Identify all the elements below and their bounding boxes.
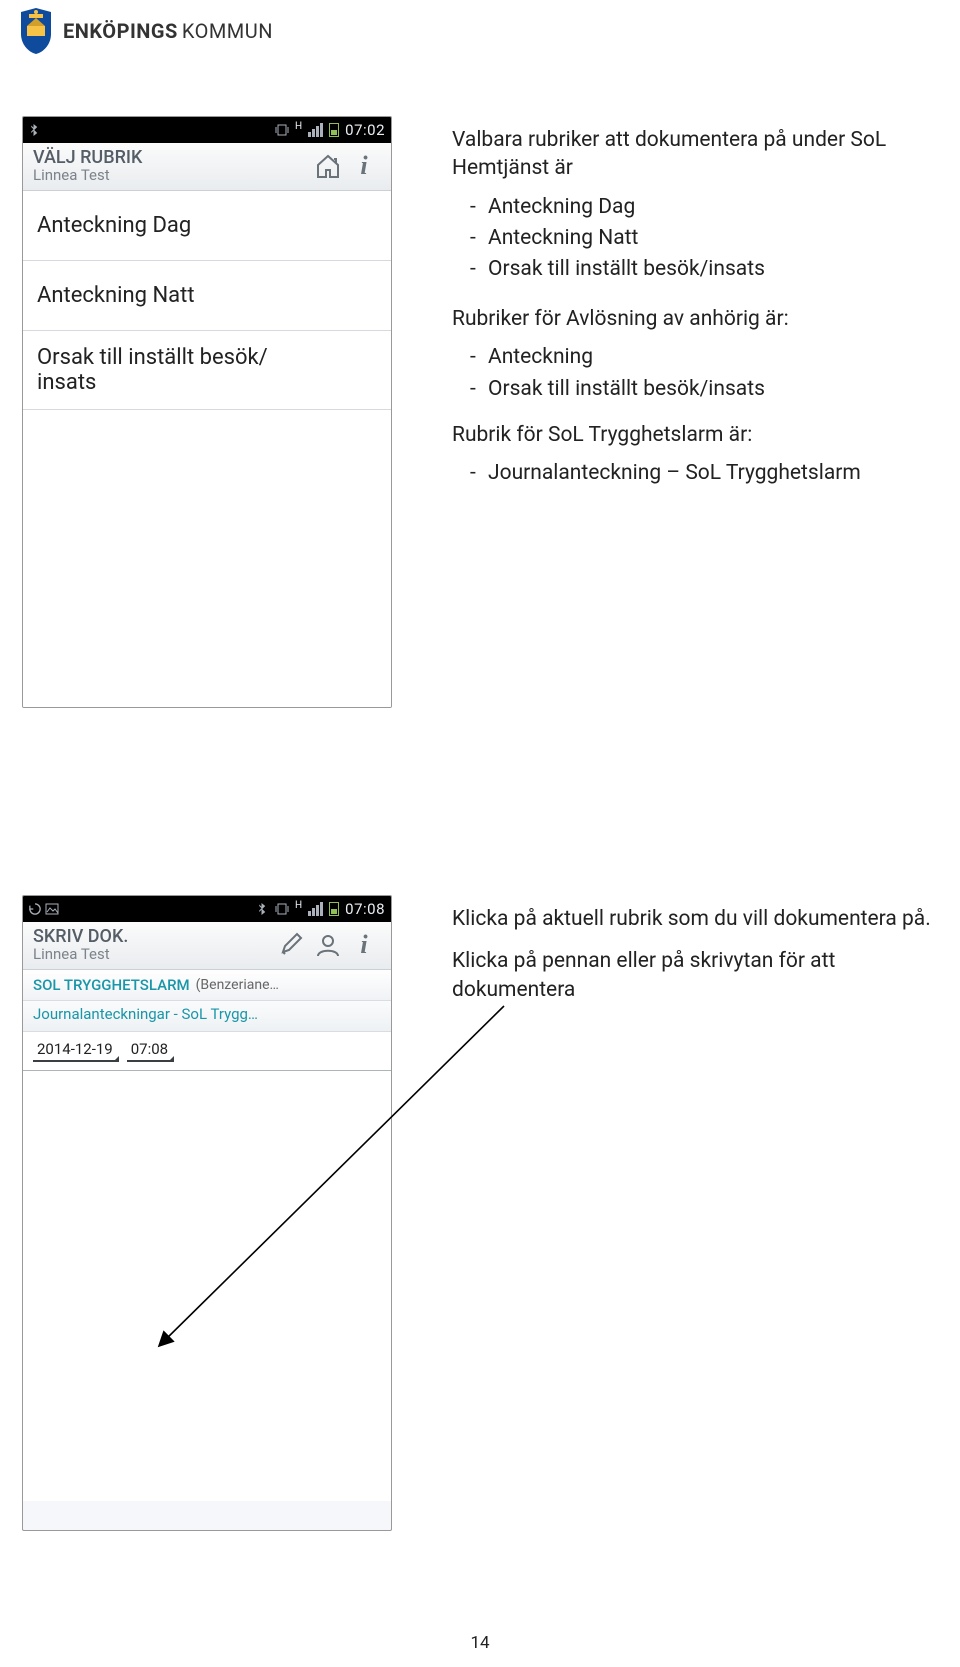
status-time: 07:02 [345,121,385,139]
title-bar: VÄLJ RUBRIK Linnea Test i [23,143,391,191]
network-label: H [295,900,302,911]
signal-icon [308,902,323,916]
instruction-paragraph: Klicka på aktuell rubrik som du vill dok… [452,905,938,933]
write-area[interactable] [23,1071,391,1501]
document-paren: (Benzeriane… [196,977,279,993]
instruction-text-block: Klicka på aktuell rubrik som du vill dok… [452,905,938,1018]
instruction-bullet: Anteckning Dag [452,193,938,221]
logo-text-second: KOMMUN [182,19,273,43]
logo-text: ENKÖPINGS KOMMUN [63,19,273,43]
home-icon[interactable] [311,149,345,183]
status-time: 07:08 [345,900,385,918]
list-item-label: Anteckning Dag [37,213,191,238]
document-name: SOL TRYGGHETSLARM [33,976,190,994]
bluetooth-icon [257,903,269,915]
instruction-bullet: Anteckning Natt [452,224,938,252]
status-bar: H 07:08 [23,896,391,922]
instruction-text-block: Rubriker för Avlösning av anhörig är: An… [452,305,938,506]
instruction-paragraph: Klicka på pennan eller på skrivytan för … [452,947,938,1004]
person-icon[interactable] [311,928,345,962]
municipality-logo: ENKÖPINGS KOMMUN [15,6,273,56]
edit-icon[interactable] [275,928,309,962]
instruction-bullet: Orsak till inställt besök/insats [452,375,938,403]
instruction-heading: Rubriker för Avlösning av anhörig är: [452,305,938,333]
image-icon [45,903,59,915]
chevron-down-icon [168,1056,174,1062]
list-item-label: insats [37,370,377,395]
instruction-bullet: Anteckning [452,343,938,371]
instruction-bullet: Orsak till inställt besök/insats [452,255,938,283]
info-icon[interactable]: i [347,928,381,962]
title-bar: SKRIV DOK. Linnea Test i [23,922,391,970]
instruction-bullet: Journalanteckning – SoL Trygghetslarm [452,459,938,487]
signal-icon [308,123,323,137]
vibrate-icon [275,902,289,916]
list-item[interactable]: Anteckning Natt [23,261,391,331]
instruction-text-block: Valbara rubriker att dokumentera på unde… [452,126,938,302]
time-field[interactable]: 07:08 [127,1040,172,1062]
date-field[interactable]: 2014-12-19 [33,1040,117,1062]
list-item[interactable]: Orsak till inställt besök/ insats [23,331,391,410]
screen-subtitle: Linnea Test [33,945,273,963]
battery-icon [329,902,339,916]
bluetooth-icon [29,124,41,136]
phone-screenshot-skriv-dok: H 07:08 SKRIV DOK. Linnea Test i SOL TRY… [22,895,392,1531]
info-icon[interactable]: i [347,149,381,183]
datetime-fields: 2014-12-19 07:08 [23,1032,391,1071]
screen-title: SKRIV DOK. [33,926,273,947]
document-meta-row: SOL TRYGGHETSLARM (Benzeriane… [23,970,391,1001]
list-item-label: Orsak till inställt besök/ [37,345,377,370]
document-subline: Journalanteckningar - SoL Trygg… [23,1001,391,1032]
instruction-heading: Valbara rubriker att dokumentera på unde… [452,126,938,183]
page-number: 14 [0,1633,960,1653]
status-bar: H 07:02 [23,117,391,143]
chevron-down-icon [113,1056,119,1062]
battery-icon [329,123,339,137]
sync-icon [29,903,41,915]
network-label: H [295,121,302,132]
phone-screenshot-valj-rubrik: H 07:02 VÄLJ RUBRIK Linnea Test i Anteck… [22,116,392,708]
crest-icon [15,6,57,56]
screen-subtitle: Linnea Test [33,166,309,184]
list-item-label: Anteckning Natt [37,283,195,308]
list-item[interactable]: Anteckning Dag [23,191,391,261]
vibrate-icon [275,123,289,137]
screen-title: VÄLJ RUBRIK [33,147,309,168]
instruction-heading: Rubrik för SoL Trygghetslarm är: [452,421,938,449]
